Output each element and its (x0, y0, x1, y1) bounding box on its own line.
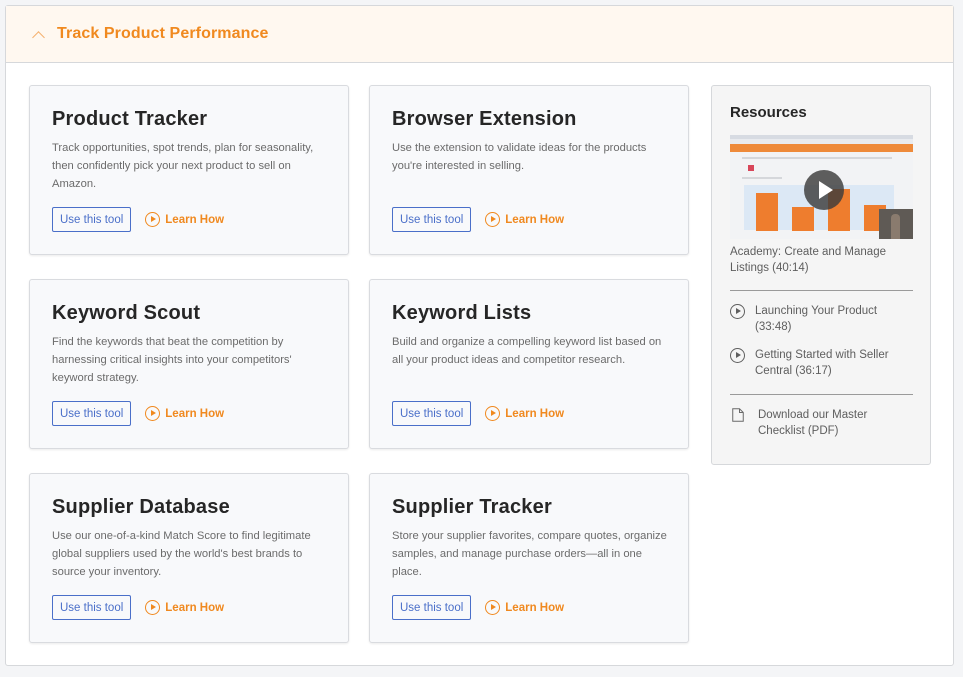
tool-card-supplier-tracker: Supplier Tracker Store your supplier fav… (369, 473, 689, 643)
learn-how-label: Learn How (165, 601, 225, 614)
tool-card-actions: Use this tool Learn How (392, 595, 564, 620)
learn-how-link[interactable]: Learn How (485, 212, 564, 227)
tool-card-title: Keyword Scout (52, 302, 201, 324)
play-circle-icon (145, 406, 161, 421)
tool-card-title: Keyword Lists (392, 302, 532, 324)
play-circle-icon (485, 600, 501, 615)
thumbnail-bar (792, 207, 814, 231)
tool-card-description: Store your supplier favorites, compare q… (392, 530, 667, 578)
play-circle-icon (485, 212, 501, 227)
resource-video-link[interactable]: Launching Your Product (33:48) (730, 303, 912, 335)
learn-how-label: Learn How (165, 213, 225, 226)
play-circle-icon (485, 406, 501, 421)
thumbnail-product-image (748, 165, 754, 171)
section-title: Track Product Performance (57, 25, 269, 42)
featured-video-label[interactable]: Academy: Create and Manage Listings (40:… (730, 244, 912, 276)
tool-card-description: Build and organize a compelling keyword … (392, 336, 662, 366)
play-circle-icon (145, 600, 161, 615)
tool-card-title: Product Tracker (52, 108, 208, 130)
learn-how-link[interactable]: Learn How (145, 212, 224, 227)
play-circle-icon (730, 348, 745, 363)
tool-card-actions: Use this tool Learn How (52, 401, 224, 426)
tool-card-title: Supplier Tracker (392, 496, 552, 518)
section-header-toggle[interactable]: Track Product Performance (6, 6, 953, 63)
use-this-tool-button[interactable]: Use this tool (392, 401, 472, 426)
tool-card-keyword-scout: Keyword Scout Find the keywords that bea… (29, 279, 349, 449)
tool-card-actions: Use this tool Learn How (52, 595, 224, 620)
use-this-tool-button[interactable]: Use this tool (52, 595, 132, 620)
learn-how-label: Learn How (165, 407, 225, 420)
thumbnail-app-header (730, 144, 913, 152)
learn-how-label: Learn How (505, 601, 565, 614)
download-checklist-link[interactable]: Download our Master Checklist (PDF) (730, 407, 912, 439)
tool-card-description: Use our one-of-a-kind Match Score to fin… (52, 530, 311, 578)
learn-how-label: Learn How (505, 213, 565, 226)
tool-card-keyword-lists: Keyword Lists Build and organize a compe… (369, 279, 689, 449)
divider (730, 394, 913, 395)
tool-card-product-tracker: Product Tracker Track opportunities, spo… (29, 85, 349, 255)
learn-how-link[interactable]: Learn How (485, 600, 564, 615)
tool-card-title: Supplier Database (52, 496, 230, 518)
tool-card-actions: Use this tool Learn How (392, 207, 564, 232)
learn-how-label: Learn How (505, 407, 565, 420)
thumbnail-row (742, 177, 782, 179)
learn-how-link[interactable]: Learn How (145, 406, 224, 421)
thumbnail-bar (756, 193, 778, 231)
download-checklist-label: Download our Master Checklist (PDF) (758, 409, 868, 437)
tool-card-supplier-database: Supplier Database Use our one-of-a-kind … (29, 473, 349, 643)
tool-card-actions: Use this tool Learn How (392, 401, 564, 426)
play-icon[interactable] (804, 170, 844, 210)
learn-how-link[interactable]: Learn How (145, 600, 224, 615)
use-this-tool-button[interactable]: Use this tool (392, 207, 472, 232)
tool-card-description: Track opportunities, spot trends, plan f… (52, 142, 314, 190)
divider (730, 290, 913, 291)
tool-card-actions: Use this tool Learn How (52, 207, 224, 232)
use-this-tool-button[interactable]: Use this tool (52, 401, 132, 426)
document-icon (732, 408, 744, 422)
resources-panel: Resources Academy: Create and Manage Lis… (711, 85, 931, 465)
resource-video-link[interactable]: Getting Started with Seller Central (36:… (730, 347, 912, 379)
tool-card-description: Find the keywords that beat the competit… (52, 336, 292, 384)
use-this-tool-button[interactable]: Use this tool (392, 595, 472, 620)
thumbnail-presenter-camera (879, 209, 913, 239)
tool-card-description: Use the extension to validate ideas for … (392, 142, 647, 172)
resource-video-label: Getting Started with Seller Central (36:… (755, 349, 889, 377)
resources-title: Resources (730, 104, 807, 121)
featured-video-thumbnail[interactable] (730, 135, 913, 239)
chevron-up-icon[interactable] (32, 30, 45, 44)
learn-how-link[interactable]: Learn How (485, 406, 564, 421)
play-circle-icon (145, 212, 161, 227)
use-this-tool-button[interactable]: Use this tool (52, 207, 132, 232)
resource-video-label: Launching Your Product (33:48) (755, 305, 878, 333)
tool-card-browser-extension: Browser Extension Use the extension to v… (369, 85, 689, 255)
play-circle-icon (730, 304, 745, 319)
tool-card-title: Browser Extension (392, 108, 577, 130)
thumbnail-row (742, 157, 892, 159)
